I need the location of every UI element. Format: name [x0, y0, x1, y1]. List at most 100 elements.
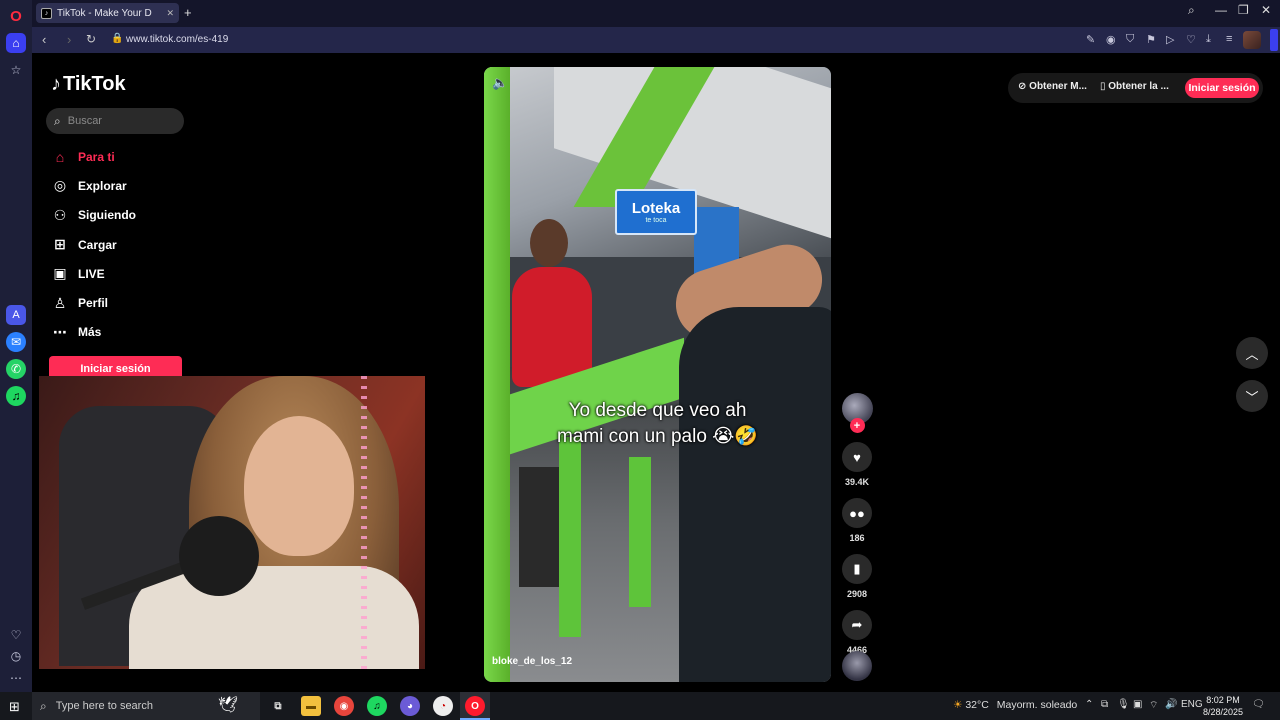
task-view-icon[interactable]: ⧉: [268, 696, 288, 716]
spotify-icon[interactable]: ♫: [6, 386, 26, 406]
get-app-label: Obtener la ...: [1108, 81, 1169, 92]
tab-title: TikTok - Make Your D: [57, 7, 152, 19]
shield-icon[interactable]: ⛉: [1126, 33, 1134, 46]
more-icon: ⋯: [53, 323, 67, 340]
video-author[interactable]: bloke_de_los_12: [492, 656, 572, 667]
volume-icon[interactable]: 🔊: [1165, 699, 1177, 710]
sidebar-item-explorar[interactable]: ◎ Explorar: [50, 171, 136, 200]
vpn-icon[interactable]: ⚑: [1146, 33, 1156, 46]
upload-icon: ⊞: [54, 236, 66, 253]
sidebar-item-live[interactable]: ▣ LIVE: [50, 259, 136, 288]
home-icon: ⌂: [55, 148, 65, 165]
get-app-button[interactable]: ▯ Obtener la ...: [1100, 81, 1169, 92]
messenger-icon[interactable]: ✉: [6, 332, 26, 352]
display-icon[interactable]: ▣: [1133, 699, 1142, 710]
sidebar-item-label: Siguiendo: [78, 208, 136, 223]
chrome-icon[interactable]: ◉: [334, 696, 354, 716]
get-coins-button[interactable]: ⊘ Obtener M...: [1018, 81, 1087, 92]
search-box[interactable]: ⌕: [46, 108, 184, 134]
language-indicator[interactable]: ENG: [1181, 699, 1203, 710]
bookmark-icon[interactable]: ▮: [842, 554, 872, 584]
compass-icon: ◎: [53, 177, 67, 194]
maximize-icon[interactable]: ❐: [1238, 3, 1249, 17]
like-icon[interactable]: ♥: [842, 442, 872, 472]
microphone-icon[interactable]: 🎙: [1117, 699, 1130, 710]
forward-icon[interactable]: ›: [67, 32, 71, 47]
sidebar-item-siguiendo[interactable]: ⚇ Siguiendo: [50, 201, 136, 230]
video-player[interactable]: Loteka te toca Yo desde que veo ah mami …: [484, 67, 831, 682]
obs-icon[interactable]: ◔: [433, 696, 453, 716]
discord-icon[interactable]: ◕: [400, 696, 420, 716]
creator-avatar[interactable]: +: [841, 393, 873, 433]
music-disc-avatar[interactable]: [842, 651, 872, 681]
follow-plus-icon[interactable]: +: [849, 418, 865, 433]
opera-logo-icon[interactable]: O: [6, 6, 26, 26]
clock-date: 8/28/2025: [1203, 707, 1244, 717]
share-icon[interactable]: ➦: [842, 610, 872, 640]
action-column: + ♥ 39.4K ●● 186 ▮ 2908 ➦ 4466: [840, 393, 874, 659]
heart-icon[interactable]: ♡: [6, 625, 26, 645]
browser-tab[interactable]: ♪ TikTok - Make Your D ✕: [36, 3, 179, 23]
back-icon[interactable]: ‹: [42, 32, 46, 47]
reload-icon[interactable]: ↻: [86, 32, 96, 46]
video-pillar: [484, 67, 510, 682]
whatsapp-icon[interactable]: ✆: [6, 359, 26, 379]
sign-text: Loteka: [631, 200, 681, 217]
like-count: 39.4K: [844, 477, 870, 487]
video-person-foreground: [679, 307, 831, 682]
profile-avatar[interactable]: [1243, 31, 1261, 49]
header-login-button[interactable]: Iniciar sesión: [1185, 78, 1259, 98]
file-explorer-icon[interactable]: ▬: [301, 696, 321, 716]
weather-widget[interactable]: ☀ 32°C Mayorm. soleado: [953, 699, 1077, 711]
sidebar-item-label: Cargar: [78, 237, 117, 252]
sun-cloud-icon: ☀: [953, 699, 966, 711]
close-tab-icon[interactable]: ✕: [166, 8, 174, 19]
windows-start-icon[interactable]: ⊞: [9, 699, 20, 715]
chevron-up-icon[interactable]: ︿: [1236, 337, 1268, 369]
tiktok-favicon-icon: ♪: [41, 7, 52, 19]
profile-icon: ♙: [53, 294, 67, 311]
chevron-up-icon[interactable]: ⌃: [1085, 699, 1093, 710]
sidebar-toggle[interactable]: [1270, 29, 1278, 51]
search-input[interactable]: [67, 115, 168, 127]
download-icon[interactable]: ⤓: [1206, 33, 1211, 46]
minimize-icon[interactable]: —: [1215, 3, 1227, 17]
home-icon[interactable]: ⌂: [6, 33, 26, 53]
logo-text: TikTok: [63, 73, 126, 95]
sidebar-item-cargar[interactable]: ⊞ Cargar: [50, 230, 136, 259]
opera-icon[interactable]: O: [465, 696, 485, 716]
live-icon: ▣: [53, 265, 67, 282]
taskbar: ⊞ ⌕ Type here to search 🕊 ⧉ ▬ ◉ ♫ ◕ ◔ O …: [0, 692, 1280, 720]
more-icon[interactable]: ⋯: [6, 668, 26, 688]
tiktok-note-icon: ♪: [51, 73, 61, 95]
url-field[interactable]: www.tiktok.com/es-419: [126, 34, 228, 45]
chevron-down-icon[interactable]: ﹀: [1236, 380, 1268, 412]
play-icon[interactable]: ▷: [1166, 33, 1174, 46]
spotify-icon[interactable]: ♫: [367, 696, 387, 716]
star-icon[interactable]: ☆: [6, 60, 26, 80]
opera-sidebar: O ⌂ ☆ A ✉ ✆ ♫ ♡ ◷ ⋯: [0, 0, 32, 692]
sidebar-item-perfil[interactable]: ♙ Perfil: [50, 288, 136, 317]
history-icon[interactable]: ◷: [6, 646, 26, 666]
volume-icon[interactable]: 🔈: [492, 75, 508, 91]
comment-icon[interactable]: ●●: [842, 498, 872, 528]
new-tab-icon[interactable]: +: [184, 5, 192, 20]
menu-icon[interactable]: ≡: [1226, 33, 1232, 45]
aria-icon[interactable]: A: [6, 305, 26, 325]
favorites-icon[interactable]: ♡: [1186, 33, 1196, 46]
railing-post: [559, 437, 581, 637]
notification-icon[interactable]: 🗨: [1252, 699, 1265, 710]
camera-icon[interactable]: ◉: [1106, 33, 1116, 46]
close-window-icon[interactable]: ✕: [1261, 3, 1271, 17]
edit-icon[interactable]: ✎: [1086, 33, 1095, 46]
search-tabs-icon[interactable]: ⌕: [1188, 3, 1195, 18]
network-icon[interactable]: ⧉: [1101, 699, 1108, 710]
clock[interactable]: 8:02 PM 8/28/2025: [1203, 694, 1243, 718]
tiktok-logo[interactable]: ♪ TikTok: [51, 73, 126, 96]
sidebar-item-para-ti[interactable]: ⌂ Para ti: [50, 142, 136, 171]
railing-post: [629, 457, 651, 607]
wifi-icon[interactable]: ⌔: [1149, 699, 1158, 712]
search-icon: ⌕: [54, 113, 61, 128]
lock-icon: 🔒: [111, 33, 124, 44]
sidebar-item-mas[interactable]: ⋯ Más: [50, 318, 136, 347]
